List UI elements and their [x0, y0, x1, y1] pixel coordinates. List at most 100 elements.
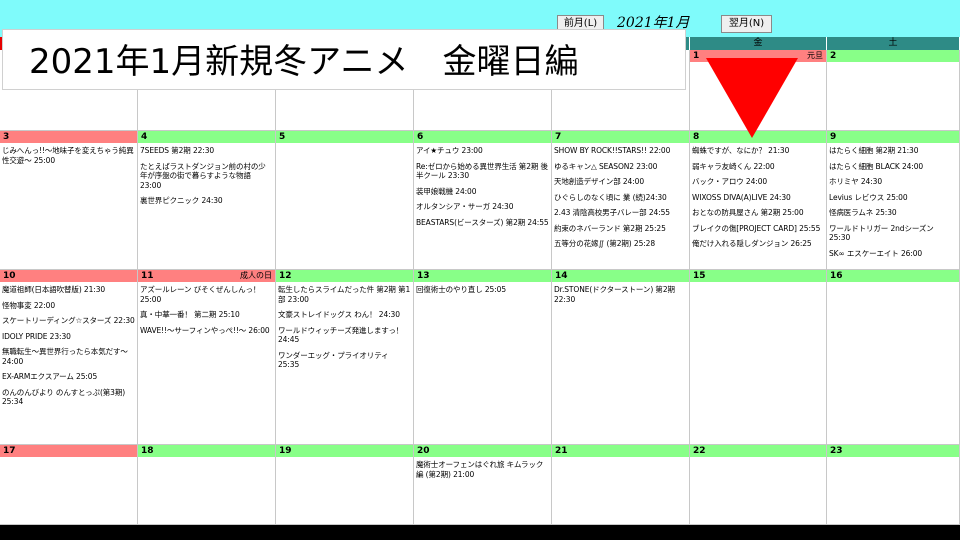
- day-entries: [690, 457, 826, 460]
- anime-entry[interactable]: ブレイクの傷[PROJECT CARD] 25:55: [692, 224, 824, 234]
- day-cell[interactable]: 10 魔道祖師(日本語吹替版) 21:30 怪物事変 22:00 スケートリーディング…: [0, 270, 138, 445]
- day-cell[interactable]: 23: [827, 445, 960, 525]
- anime-entry[interactable]: ゆるキャン△ SEASON2 23:00: [554, 162, 687, 172]
- day-entries: [138, 457, 275, 460]
- anime-entry[interactable]: はたらく細胞 BLACK 24:00: [829, 162, 957, 172]
- day-cell[interactable]: 5: [276, 131, 414, 270]
- day-entries: アイ★チュウ 23:00 Re:ゼロから始める異世界生活 第2期 後半クール 23…: [414, 143, 551, 227]
- day-cell[interactable]: 19: [276, 445, 414, 525]
- red-down-arrow-icon: [706, 58, 798, 138]
- day-entries: 転生したらスライムだった件 第2期 第1部 23:00 文豪ストレイドッグス わん…: [276, 282, 413, 370]
- anime-entry[interactable]: 7SEEDS 第2期 22:30: [140, 146, 273, 156]
- day-header: 20: [414, 445, 551, 457]
- day-cell[interactable]: 8 蜘蛛ですが、なにか？ 21:30 弱キャラ友崎くん 22:00 バック・アロウ 2…: [690, 131, 827, 270]
- anime-entry[interactable]: 回復術士のやり直し 25:05: [416, 285, 549, 295]
- day-number: 15: [693, 271, 706, 281]
- day-cell[interactable]: 4 7SEEDS 第2期 22:30 たとえばラストダンジョン前の村の少年が序盤の街…: [138, 131, 276, 270]
- anime-entry[interactable]: ワールドウィッチーズ発進しますっ！ 24:45: [278, 326, 411, 345]
- day-header: 9: [827, 131, 959, 143]
- day-cell[interactable]: 21: [552, 445, 690, 525]
- anime-entry[interactable]: Levius レビウス 25:00: [829, 193, 957, 203]
- day-cell[interactable]: 14 Dr.STONE(ドクターストーン) 第2期 22:30: [552, 270, 690, 445]
- anime-entry[interactable]: のんのんびより のんすとっぷ(第3期) 25:34: [2, 388, 135, 407]
- day-cell[interactable]: 18: [138, 445, 276, 525]
- anime-entry[interactable]: 転生したらスライムだった件 第2期 第1部 23:00: [278, 285, 411, 304]
- day-cell[interactable]: 9 はたらく細胞 第2期 21:30 はたらく細胞 BLACK 24:00 ホリミヤ …: [827, 131, 960, 270]
- anime-entry[interactable]: Dr.STONE(ドクターストーン) 第2期 22:30: [554, 285, 687, 304]
- anime-entry[interactable]: じみへんっ!!～地味子を変えちゃう純異性交遊～ 25:00: [2, 146, 135, 165]
- anime-entry[interactable]: 俺だけ入れる隠しダンジョン 26:25: [692, 239, 824, 249]
- day-header: 3: [0, 131, 137, 143]
- day-number: 7: [555, 132, 562, 142]
- anime-entry[interactable]: BEASTARS(ビースターズ) 第2期 24:55: [416, 218, 549, 228]
- day-entries: [827, 62, 959, 65]
- day-cell[interactable]: 15: [690, 270, 827, 445]
- anime-entry[interactable]: 真・中華一番！ 第二期 25:10: [140, 310, 273, 320]
- day-number: 6: [417, 132, 424, 142]
- anime-entry[interactable]: 2.43 清陰高校男子バレー部 24:55: [554, 208, 687, 218]
- day-number: 14: [555, 271, 568, 281]
- anime-entry[interactable]: 五等分の花嫁∬ (第2期) 25:28: [554, 239, 687, 249]
- day-cell[interactable]: 12 転生したらスライムだった件 第2期 第1部 23:00 文豪ストレイドッグス …: [276, 270, 414, 445]
- day-entries: 魔道祖師(日本語吹替版) 21:30 怪物事変 22:00 スケートリーディング☆ス…: [0, 282, 137, 407]
- day-header: 4: [138, 131, 275, 143]
- day-header: 19: [276, 445, 413, 457]
- day-cell[interactable]: 17: [0, 445, 138, 525]
- anime-entry[interactable]: ひぐらしのなく頃に 業 (続)24:30: [554, 193, 687, 203]
- anime-entry[interactable]: 約束のネバーランド 第2期 25:25: [554, 224, 687, 234]
- day-number: 8: [693, 132, 700, 142]
- day-cell[interactable]: 3 じみへんっ!!～地味子を変えちゃう純異性交遊～ 25:00: [0, 131, 138, 270]
- anime-entry[interactable]: 魔術士オーフェンはぐれ旅 キムラック編 (第2期) 21:00: [416, 460, 549, 479]
- day-entries: [827, 457, 959, 460]
- day-cell[interactable]: 11 成人の日 アズールレーン びそくぜんしんっ！ 25:00 真・中華一番！ 第二期…: [138, 270, 276, 445]
- anime-entry[interactable]: IDOLY PRIDE 23:30: [2, 332, 135, 342]
- anime-entry[interactable]: SK∞ エスケーエイト 26:00: [829, 249, 957, 259]
- day-cell[interactable]: 20 魔術士オーフェンはぐれ旅 キムラック編 (第2期) 21:00: [414, 445, 552, 525]
- anime-entry[interactable]: EX-ARMエクスアーム 25:05: [2, 372, 135, 382]
- day-number: 23: [830, 446, 843, 456]
- anime-entry[interactable]: 天地創造デザイン部 24:00: [554, 177, 687, 187]
- anime-entry[interactable]: WIXOSS DIVA(A)LIVE 24:30: [692, 193, 824, 203]
- day-cell[interactable]: 13 回復術士のやり直し 25:05: [414, 270, 552, 445]
- anime-entry[interactable]: アイ★チュウ 23:00: [416, 146, 549, 156]
- day-number: 5: [279, 132, 286, 142]
- anime-entry[interactable]: アズールレーン びそくぜんしんっ！ 25:00: [140, 285, 273, 304]
- day-number: 13: [417, 271, 430, 281]
- anime-entry[interactable]: 無職転生～異世界行ったら本気だす～ 24:00: [2, 347, 135, 366]
- anime-entry[interactable]: 弱キャラ友崎くん 22:00: [692, 162, 824, 172]
- anime-entry[interactable]: ワールドトリガー 2ndシーズン 25:30: [829, 224, 957, 243]
- day-cell[interactable]: 16: [827, 270, 960, 445]
- day-entries: アズールレーン びそくぜんしんっ！ 25:00 真・中華一番！ 第二期 25:10…: [138, 282, 275, 335]
- anime-entry[interactable]: 怪病医ラムネ 25:30: [829, 208, 957, 218]
- day-number: 19: [279, 446, 292, 456]
- anime-entry[interactable]: 文豪ストレイドッグス わん！ 24:30: [278, 310, 411, 320]
- day-number: 12: [279, 271, 292, 281]
- anime-entry[interactable]: 怪物事変 22:00: [2, 301, 135, 311]
- anime-entry[interactable]: はたらく細胞 第2期 21:30: [829, 146, 957, 156]
- anime-entry[interactable]: 魔道祖師(日本語吹替版) 21:30: [2, 285, 135, 295]
- anime-entry[interactable]: 裏世界ピクニック 24:30: [140, 196, 273, 206]
- day-cell[interactable]: 22: [690, 445, 827, 525]
- day-header: 17: [0, 445, 137, 457]
- anime-entry[interactable]: 蜘蛛ですが、なにか？ 21:30: [692, 146, 824, 156]
- day-header: 15: [690, 270, 826, 282]
- next-month-button[interactable]: 翌月(N): [721, 15, 772, 33]
- anime-entry[interactable]: たとえばラストダンジョン前の村の少年が序盤の街で暮らすような物語 23:00: [140, 162, 273, 191]
- day-cell[interactable]: 6 アイ★チュウ 23:00 Re:ゼロから始める異世界生活 第2期 後半クール 2…: [414, 131, 552, 270]
- day-entries: [0, 457, 137, 460]
- day-cell[interactable]: 7 SHOW BY ROCK!!STARS!! 22:00 ゆるキャン△ SEASO…: [552, 131, 690, 270]
- day-number: 3: [3, 132, 10, 142]
- anime-entry[interactable]: オルタンシア・サーガ 24:30: [416, 202, 549, 212]
- anime-entry[interactable]: SHOW BY ROCK!!STARS!! 22:00: [554, 146, 687, 156]
- anime-entry[interactable]: 装甲娘戦機 24:00: [416, 187, 549, 197]
- anime-entry[interactable]: ホリミヤ 24:30: [829, 177, 957, 187]
- calendar-grid: 日月火水木金土1元旦23じみへんっ!!～地味子を変えちゃう純異性交遊～ 25:0…: [0, 37, 960, 525]
- anime-entry[interactable]: Re:ゼロから始める異世界生活 第2期 後半クール 23:30: [416, 162, 549, 181]
- anime-entry[interactable]: ワンダーエッグ・プライオリティ 25:35: [278, 351, 411, 370]
- anime-entry[interactable]: バック・アロウ 24:00: [692, 177, 824, 187]
- anime-entry[interactable]: スケートリーディング☆スターズ 22:30: [2, 316, 135, 326]
- anime-entry[interactable]: WAVE!!～サーフィンやっぺ!!～ 26:00: [140, 326, 273, 336]
- anime-entry[interactable]: おとなの防具屋さん 第2期 25:00: [692, 208, 824, 218]
- day-entries: [827, 282, 959, 285]
- day-cell[interactable]: 2: [827, 50, 960, 131]
